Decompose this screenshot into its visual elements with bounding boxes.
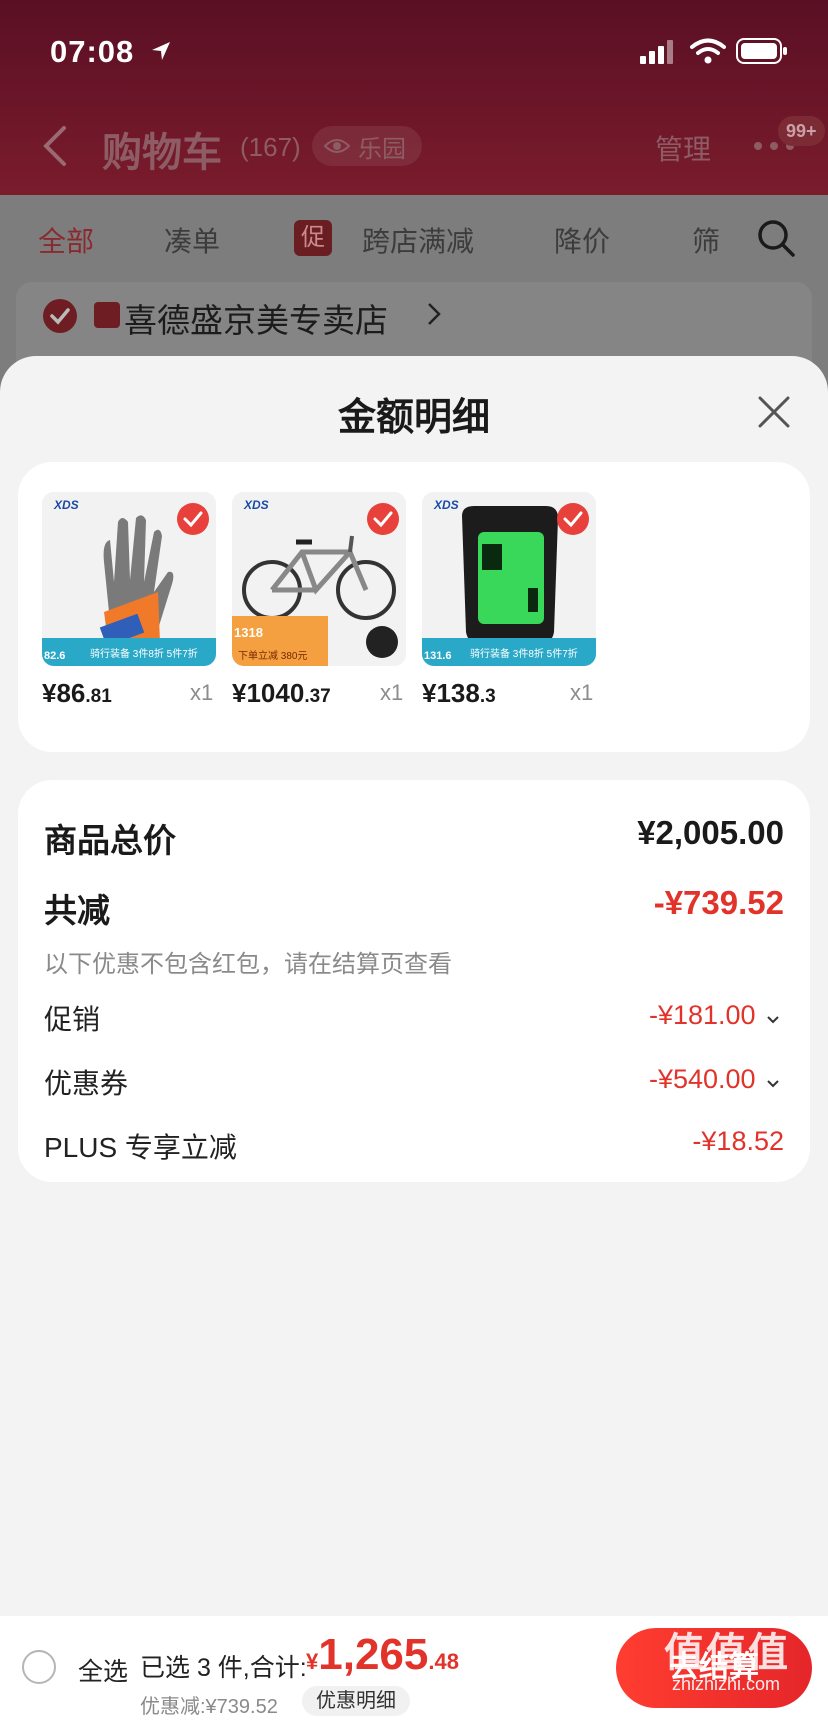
back-chevron-icon[interactable]: [40, 124, 70, 168]
battery-icon: [736, 38, 787, 64]
discount-detail-button[interactable]: 优惠明细: [302, 1686, 410, 1716]
paradise-button[interactable]: 乐园: [312, 126, 422, 166]
product-qty: x1: [380, 680, 404, 705]
eye-icon: [324, 139, 350, 153]
promo-label: 促销: [44, 1004, 101, 1035]
select-all-label[interactable]: 全选: [78, 1652, 128, 1688]
total-value: ¥2,005.00: [637, 814, 784, 851]
brand-label: XDS: [54, 498, 79, 512]
cart-count: (167): [240, 132, 301, 162]
promo-row-toggle[interactable]: -¥181.00: [649, 1000, 780, 1031]
cellular-signal-icon: [640, 40, 673, 64]
page-title: 购物车: [102, 131, 222, 175]
product-price: ¥138.3: [422, 678, 496, 708]
coupon-value: -¥540.00: [648, 1064, 756, 1094]
brand-label: XDS: [244, 498, 269, 512]
product-image[interactable]: XDS 1318 下单立减 380元: [232, 492, 406, 666]
watermark-logo: 值值值: [664, 1631, 790, 1675]
store-row[interactable]: 喜德盛京美专卖店: [16, 282, 812, 362]
status-bar: 07:08: [0, 0, 828, 100]
search-icon[interactable]: [756, 218, 796, 258]
selected-count-text: 已选 3 件,合计:: [140, 1654, 307, 1682]
product-item[interactable]: XDS 1318 下单立减 380元 ¥1040.37 x1: [232, 492, 414, 722]
select-all-radio[interactable]: [22, 1650, 56, 1684]
strip-price: 82.6: [44, 650, 66, 662]
strip-text: 骑行装备 3件8折 5件7折: [90, 649, 198, 660]
watermark-url: zhizhizhi.com: [672, 1674, 781, 1694]
tab-combine[interactable]: 凑单: [164, 220, 220, 260]
paradise-label: 乐园: [358, 135, 406, 163]
store-logo-icon: [94, 302, 120, 328]
tab-all[interactable]: 全部: [38, 220, 94, 260]
product-image[interactable]: XDS 82.6 骑行装备 3件8折 5件7折: [42, 492, 216, 666]
total-label: 商品总价: [44, 822, 176, 859]
product-item[interactable]: XDS 82.6 骑行装备 3件8折 5件7折 ¥86.81 x1: [42, 492, 224, 722]
wifi-icon: [690, 38, 726, 64]
products-card: XDS 82.6 骑行装备 3件8折 5件7折 ¥86.81 x1 XDS 13…: [18, 462, 810, 752]
sheet-title: 金额明细: [337, 397, 490, 439]
brand-label: XDS: [434, 498, 459, 512]
tab-cross-store[interactable]: 跨店满减: [362, 220, 474, 260]
strip-text: 骑行装备 3件8折 5件7折: [470, 649, 578, 660]
store-name[interactable]: 喜德盛京美专卖店: [124, 294, 388, 342]
tab-filter[interactable]: 筛: [692, 220, 720, 260]
product-price: ¥1040.37: [232, 678, 331, 708]
total-price: ¥1,265.48: [306, 1630, 459, 1679]
product-image[interactable]: XDS 131.6 骑行装备 3件8折 5件7折: [422, 492, 596, 666]
plus-value: -¥18.52: [692, 1126, 784, 1156]
selected-check-icon: [367, 503, 399, 535]
discount-note: 以下优惠不包含红包，请在结算页查看: [44, 951, 452, 978]
strip-text: 下单立减 380元: [238, 651, 308, 662]
chevron-down-icon: [767, 1016, 779, 1024]
message-badge: 99+: [778, 116, 825, 146]
tab-price-drop[interactable]: 降价: [554, 220, 610, 260]
product-qty: x1: [570, 680, 594, 705]
product-qty: x1: [190, 680, 214, 705]
cart-nav-bar: 购物车 (167) 乐园 管理 99+: [0, 110, 828, 180]
coupon-row-toggle[interactable]: -¥540.00: [649, 1064, 780, 1095]
location-arrow-icon: [152, 42, 170, 60]
selected-check-icon: [557, 503, 589, 535]
plus-label: PLUS 专享立减: [44, 1132, 237, 1163]
strip-price: 131.6: [424, 650, 452, 662]
strip-price: 1318: [234, 625, 263, 640]
discount-text: 优惠减:¥739.52: [140, 1696, 278, 1718]
close-icon[interactable]: [754, 392, 794, 432]
reduce-value: -¥739.52: [653, 884, 784, 921]
chevron-down-icon: [767, 1080, 779, 1088]
promo-value: -¥181.00: [648, 1000, 756, 1030]
coupon-label: 优惠券: [44, 1068, 129, 1099]
promo-badge: 促: [294, 220, 332, 256]
manage-button[interactable]: 管理: [655, 128, 711, 168]
product-price: ¥86.81: [42, 678, 112, 708]
filter-tabs: 全部 凑单 促 跨店满减 降价 筛: [0, 210, 828, 270]
status-time: 07:08: [50, 34, 135, 69]
chevron-right-icon: [428, 303, 441, 325]
selected-check-icon: [177, 503, 209, 535]
price-summary-card: 商品总价 ¥2,005.00 共减 -¥739.52 以下优惠不包含红包，请在结…: [18, 780, 810, 1182]
amount-detail-sheet: 金额明细 XDS 82.6 骑行装备 3件8折 5件7折 ¥86.81 x1 X…: [0, 356, 828, 1616]
reduce-label: 共减: [44, 892, 110, 929]
store-checkbox-icon[interactable]: [42, 298, 78, 334]
product-item[interactable]: XDS 131.6 骑行装备 3件8折 5件7折 ¥138.3 x1: [422, 492, 604, 722]
